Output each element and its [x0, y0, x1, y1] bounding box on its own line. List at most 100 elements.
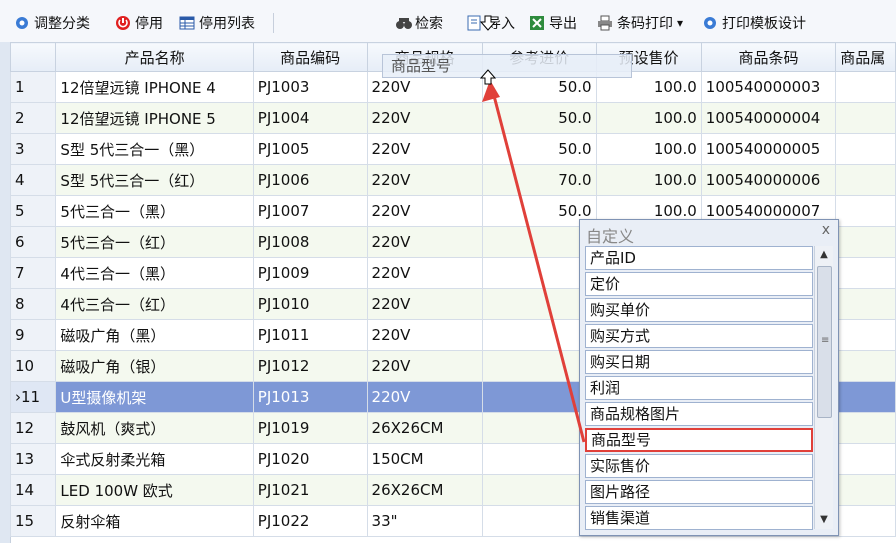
cell-cost[interactable]: 70.0	[481, 164, 597, 196]
cell-product-attr[interactable]	[835, 319, 896, 351]
cell-name[interactable]: 4代三合一（黑）	[55, 257, 254, 289]
cell-name[interactable]: 鼓风机（爽式）	[55, 412, 254, 444]
export-button[interactable]: 导出	[529, 13, 577, 33]
row-number-cell[interactable]: 2	[9, 102, 57, 134]
header-product-name[interactable]: 产品名称	[55, 42, 254, 72]
barcode-print-dropdown[interactable]: ▾	[677, 16, 683, 30]
field-item[interactable]: 商品型号	[585, 428, 813, 452]
cell-barcode[interactable]: 100540000003	[700, 71, 837, 103]
cell-product-attr[interactable]	[835, 195, 896, 227]
cell-code[interactable]: PJ1005	[252, 133, 368, 165]
scroll-down-arrow-icon[interactable]: ▼	[815, 511, 833, 529]
cell-name[interactable]: 12倍望远镜 IPHONE 4	[55, 71, 254, 103]
cell-product-attr[interactable]	[835, 505, 896, 537]
cell-barcode[interactable]: 100540000005	[700, 133, 837, 165]
field-item[interactable]: 销售渠道	[585, 506, 813, 530]
header-product-attr[interactable]: 商品属	[835, 42, 896, 72]
cell-spec[interactable]: 33"	[366, 505, 483, 537]
cell-name[interactable]: U型摄像机架	[55, 381, 254, 413]
cell-cost[interactable]: 50.0	[481, 133, 597, 165]
row-number-cell[interactable]: 3	[9, 133, 57, 165]
row-number-cell[interactable]: 7	[9, 257, 57, 289]
row-number-cell[interactable]: 4	[9, 164, 57, 196]
cell-name[interactable]: S型 5代三合一（红）	[55, 164, 254, 196]
print-template-design-button[interactable]: 打印模板设计	[702, 13, 806, 33]
cell-spec[interactable]: 26X26CM	[366, 474, 483, 506]
disable-button[interactable]: 停用	[115, 13, 163, 33]
cell-code[interactable]: PJ1003	[252, 71, 368, 103]
field-item[interactable]: 利润	[585, 376, 813, 400]
scroll-up-arrow-icon[interactable]: ▲	[815, 246, 833, 264]
cell-code[interactable]: PJ1011	[252, 319, 368, 351]
field-item[interactable]: 购买日期	[585, 350, 813, 374]
adjust-category-button[interactable]: 调整分类	[14, 13, 90, 33]
cell-product-attr[interactable]	[835, 164, 896, 196]
cell-code[interactable]: PJ1009	[252, 257, 368, 289]
header-barcode[interactable]: 商品条码	[700, 42, 837, 72]
row-number-cell[interactable]: ›11	[9, 381, 57, 413]
row-number-cell[interactable]: 9	[9, 319, 57, 351]
row-number-cell[interactable]: 10	[9, 350, 57, 382]
row-number-cell[interactable]: 8	[9, 288, 57, 320]
cell-spec[interactable]: 150CM	[366, 443, 483, 475]
cell-spec[interactable]: 220V	[366, 288, 483, 320]
cell-code[interactable]: PJ1021	[252, 474, 368, 506]
cell-name[interactable]: LED 100W 欧式	[55, 474, 254, 506]
cell-product-attr[interactable]	[835, 443, 896, 475]
cell-code[interactable]: PJ1019	[252, 412, 368, 444]
cell-product-attr[interactable]	[835, 412, 896, 444]
disabled-list-button[interactable]: 停用列表	[179, 13, 255, 33]
cell-product-attr[interactable]	[835, 226, 896, 258]
cell-price[interactable]: 100.0	[595, 164, 702, 196]
cell-spec[interactable]: 220V	[366, 102, 483, 134]
cell-spec[interactable]: 220V	[366, 257, 483, 289]
cell-name[interactable]: 磁吸广角（黑）	[55, 319, 254, 351]
cell-code[interactable]: PJ1012	[252, 350, 368, 382]
cell-product-attr[interactable]	[835, 350, 896, 382]
barcode-print-button[interactable]: 条码打印 ▾	[597, 13, 683, 33]
cell-code[interactable]: PJ1010	[252, 288, 368, 320]
cell-name[interactable]: 5代三合一（红）	[55, 226, 254, 258]
field-item[interactable]: 实际售价	[585, 454, 813, 478]
cell-spec[interactable]: 220V	[366, 133, 483, 165]
cell-name[interactable]: 4代三合一（红）	[55, 288, 254, 320]
cell-code[interactable]: PJ1013	[252, 381, 368, 413]
field-item[interactable]: 图片路径	[585, 480, 813, 504]
cell-code[interactable]: PJ1004	[252, 102, 368, 134]
cell-product-attr[interactable]	[835, 288, 896, 320]
cell-product-attr[interactable]	[835, 381, 896, 413]
cell-barcode[interactable]: 100540000006	[700, 164, 837, 196]
header-product-code[interactable]: 商品编码	[252, 42, 368, 72]
popup-scrollbar[interactable]: ▲ ≡ ▼	[814, 246, 833, 529]
cell-spec[interactable]: 220V	[366, 195, 483, 227]
cell-spec[interactable]: 220V	[366, 226, 483, 258]
cell-name[interactable]: 5代三合一（黑）	[55, 195, 254, 227]
row-number-cell[interactable]: 13	[9, 443, 57, 475]
cell-code[interactable]: PJ1008	[252, 226, 368, 258]
field-item[interactable]: 购买方式	[585, 324, 813, 348]
field-item[interactable]: 产品ID	[585, 246, 813, 270]
cell-code[interactable]: PJ1022	[252, 505, 368, 537]
field-item[interactable]: 定价	[585, 272, 813, 296]
row-number-cell[interactable]: 5	[9, 195, 57, 227]
scroll-thumb[interactable]: ≡	[817, 266, 832, 418]
field-item[interactable]: 商品规格图片	[585, 402, 813, 426]
cell-price[interactable]: 100.0	[595, 102, 702, 134]
table-row[interactable]: 4 S型 5代三合一（红） PJ1006 220V 70.0 100.0 100540000…	[9, 164, 896, 196]
cell-code[interactable]: PJ1020	[252, 443, 368, 475]
cell-name[interactable]: S型 5代三合一（黑）	[55, 133, 254, 165]
row-number-cell[interactable]: 14	[9, 474, 57, 506]
cell-code[interactable]: PJ1007	[252, 195, 368, 227]
import-button[interactable]: 导入	[467, 13, 515, 33]
close-icon[interactable]: x	[822, 222, 830, 238]
cell-price[interactable]: 100.0	[595, 133, 702, 165]
row-number-cell[interactable]: 12	[9, 412, 57, 444]
field-item[interactable]: 购买单价	[585, 298, 813, 322]
table-row[interactable]: 2 12倍望远镜 IPHONE 5 PJ1004 220V 50.0 100.0 10054…	[9, 102, 896, 134]
cell-product-attr[interactable]	[835, 133, 896, 165]
cell-cost[interactable]: 50.0	[481, 102, 597, 134]
cell-spec[interactable]: 220V	[366, 381, 483, 413]
cell-spec[interactable]: 220V	[366, 164, 483, 196]
row-number-cell[interactable]: 15	[9, 505, 57, 537]
search-button[interactable]: 检索	[395, 13, 443, 33]
